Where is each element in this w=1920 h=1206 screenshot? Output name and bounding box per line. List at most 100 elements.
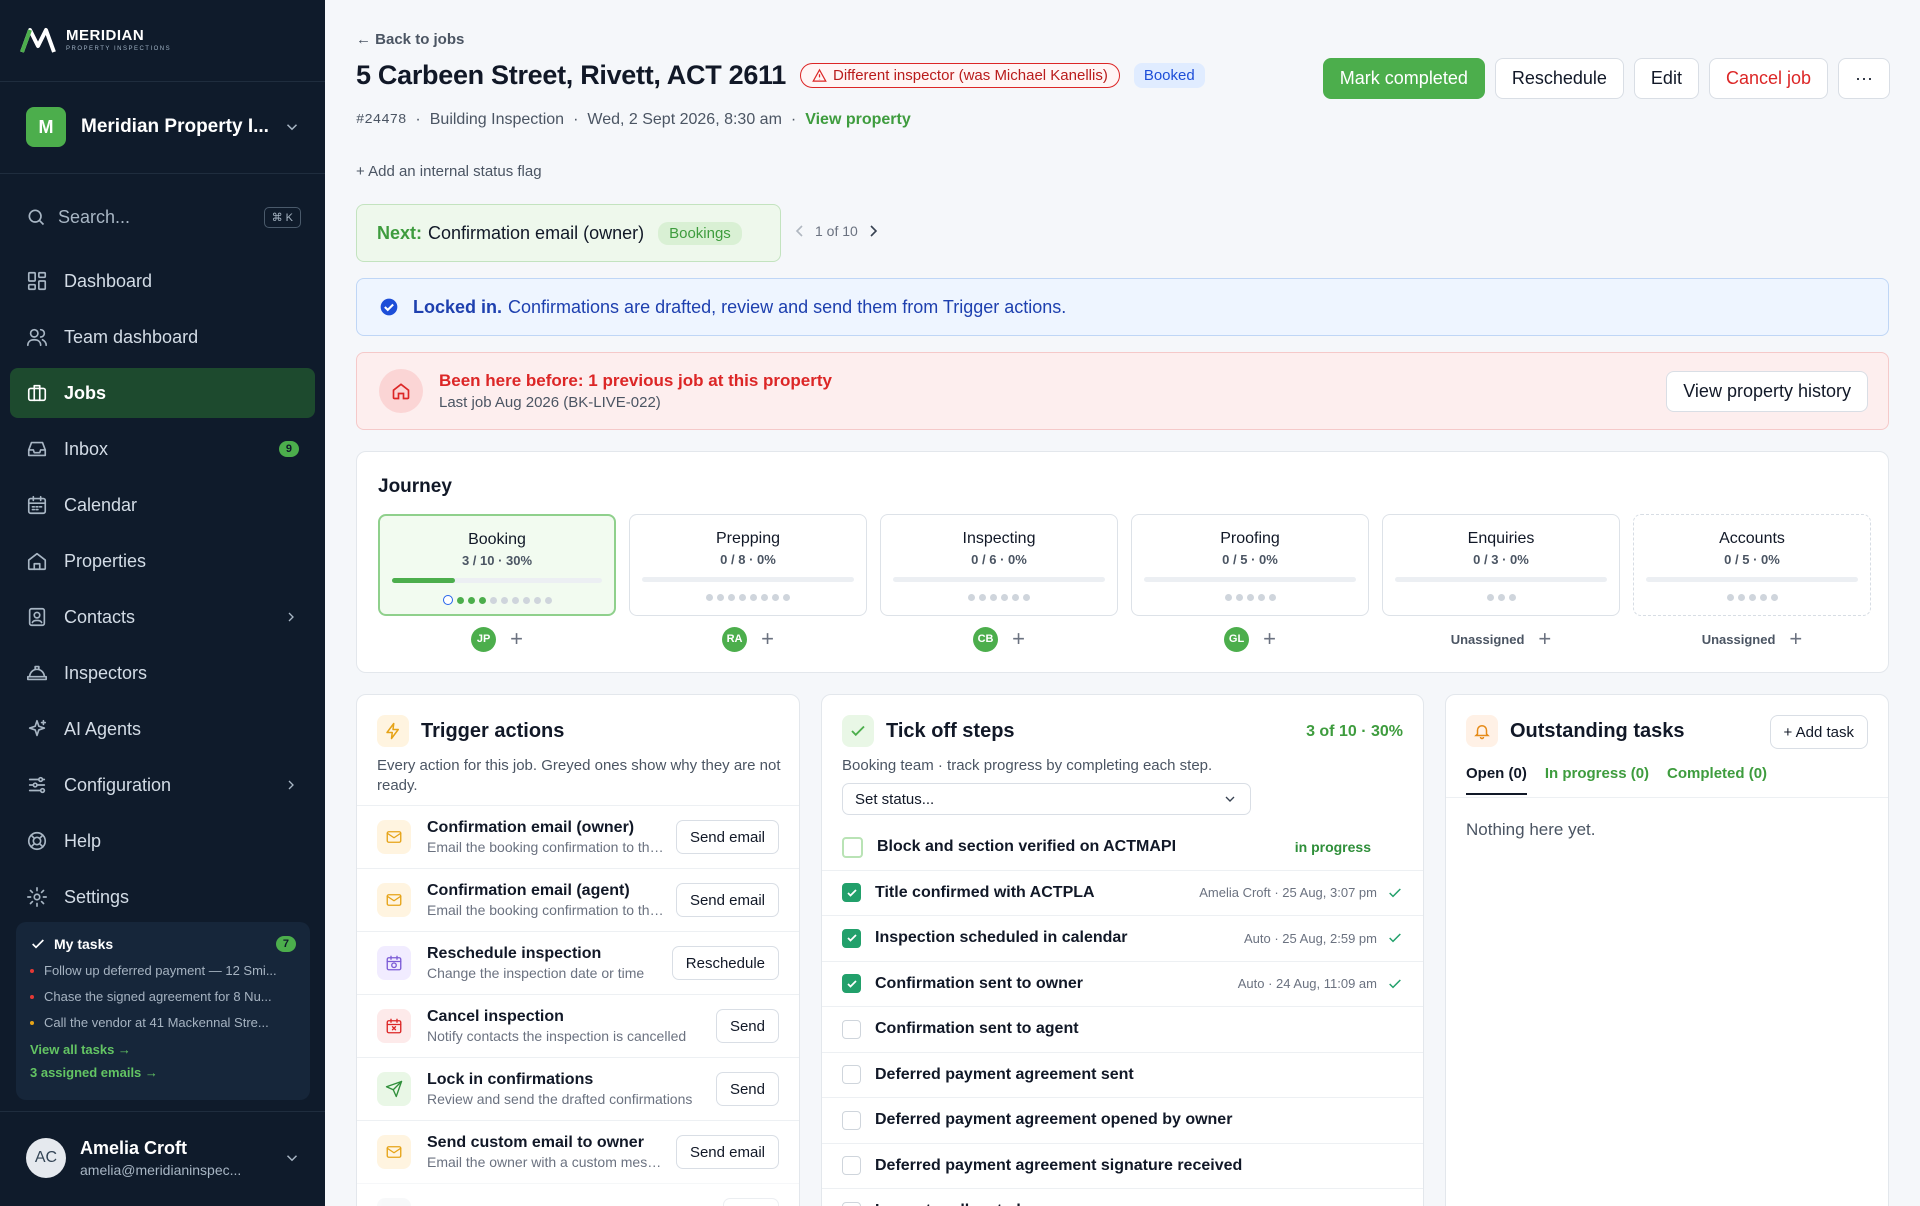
assigned-emails-link[interactable]: 3 assigned emails → — [30, 1065, 296, 1080]
journey-stage-enquiries: Enquiries 0 / 3 · 0% Unassigned + — [1382, 514, 1620, 652]
view-all-tasks-link[interactable]: View all tasks → — [30, 1042, 296, 1057]
status-badge: Booked — [1133, 63, 1205, 88]
tab-completed[interactable]: Completed (0) — [1667, 765, 1767, 795]
set-status-select[interactable]: Set status... — [842, 783, 1251, 815]
stage-card[interactable]: Accounts 0 / 5 · 0% — [1633, 514, 1871, 616]
trigger-action-button[interactable]: Run — [723, 1198, 779, 1206]
stage-card[interactable]: Prepping 0 / 8 · 0% — [629, 514, 867, 616]
sidebar-item-inspectors[interactable]: Inspectors — [10, 648, 315, 698]
step-label: Block and section verified on ACTMAPI — [877, 838, 1177, 856]
trigger-action-button[interactable]: Send — [715, 1072, 779, 1106]
tab-open[interactable]: Open (0) — [1466, 765, 1527, 795]
add-status-flag-link[interactable]: + Add an internal status flag — [356, 163, 542, 180]
add-assignee-icon[interactable]: + — [1789, 628, 1802, 650]
chevron-left-icon[interactable] — [795, 225, 805, 237]
stage-card[interactable]: Booking 3 / 10 · 30% — [378, 514, 616, 616]
step-checkbox[interactable] — [842, 974, 861, 994]
trigger-action-description: Email the booking confirmation to the ag… — [427, 902, 666, 918]
my-task-item[interactable]: Follow up deferred payment — 12 Smi... — [30, 963, 296, 978]
avatar[interactable]: RA — [722, 626, 748, 652]
my-task-item[interactable]: Chase the signed agreement for 8 Nu... — [30, 989, 296, 1004]
chevron-right-icon[interactable] — [868, 225, 878, 237]
my-task-item[interactable]: Call the vendor at 41 Mackennal Stre... — [30, 1015, 296, 1030]
step-checkbox[interactable] — [842, 1201, 861, 1206]
mail-icon — [386, 1146, 402, 1158]
sidebar-item-jobs[interactable]: Jobs — [10, 368, 315, 418]
tab-in-progress[interactable]: In progress (0) — [1545, 765, 1649, 795]
inspector-warning-badge: Different inspector (was Michael Kanelli… — [799, 63, 1120, 88]
cancel-job-button[interactable]: Cancel job — [1708, 58, 1829, 99]
trigger-actions-description: Every action for this job. Greyed ones s… — [377, 757, 781, 794]
step-dot — [1759, 594, 1767, 601]
back-to-jobs-link[interactable]: ← Back to jobs — [356, 31, 464, 48]
reschedule-button[interactable]: Reschedule — [1494, 58, 1624, 99]
trigger-action-button[interactable]: Reschedule — [671, 946, 779, 980]
step-dot — [1486, 594, 1494, 601]
priority-dot — [30, 994, 34, 999]
mark-completed-button[interactable]: Mark completed — [1322, 58, 1485, 99]
sidebar-item-help[interactable]: Help — [10, 816, 315, 866]
more-actions-button[interactable]: ··· — [1838, 58, 1890, 99]
sidebar-item-settings[interactable]: Settings — [10, 872, 315, 922]
job-number: #24478 — [356, 112, 407, 128]
sidebar-item-team-dashboard[interactable]: Team dashboard — [10, 312, 315, 362]
step-dot — [783, 594, 790, 601]
step-row: Deferred payment agreement sent — [822, 1053, 1423, 1098]
sidebar-item-contacts[interactable]: Contacts — [10, 592, 315, 642]
view-property-history-button[interactable]: View property history — [1666, 370, 1868, 412]
view-property-link[interactable]: View property — [805, 111, 911, 129]
chevron-down-icon — [286, 1155, 298, 1162]
stage-card[interactable]: Proofing 0 / 5 · 0% — [1131, 514, 1369, 616]
trigger-action-button[interactable]: Send email — [675, 1135, 779, 1169]
my-task-text: Call the vendor at 41 Mackennal Stre... — [44, 1015, 269, 1030]
sidebar-item-inbox[interactable]: Inbox 9 — [10, 424, 315, 474]
sidebar-item-calendar[interactable]: Calendar — [10, 480, 315, 530]
user-menu[interactable]: AC Amelia Croft amelia@meridianinspec... — [26, 1134, 301, 1182]
add-assignee-icon[interactable]: + — [510, 628, 523, 650]
avatar[interactable]: CB — [973, 626, 999, 652]
divider — [0, 1111, 325, 1112]
trigger-action-button[interactable]: Send — [715, 1009, 779, 1043]
briefcase-icon — [27, 384, 47, 402]
step-row: Inspection scheduled in calendar Auto · 2… — [822, 916, 1423, 962]
trigger-action-row: Reschedule inspection Change the inspecti… — [357, 931, 799, 994]
sidebar-item-ai-agents[interactable]: AI Agents — [10, 704, 315, 754]
sidebar-item-dashboard[interactable]: Dashboard — [10, 256, 315, 306]
trigger-action-button[interactable]: Send email — [675, 820, 779, 854]
step-checkbox[interactable] — [842, 1110, 861, 1130]
brand-logo[interactable]: MERIDIAN PROPERTY INSPECTIONS — [20, 26, 171, 54]
add-assignee-icon[interactable]: + — [1012, 628, 1025, 650]
check-icon — [1389, 933, 1401, 943]
step-label: Deferred payment agreement sent — [875, 1065, 1134, 1083]
avatar[interactable]: GL — [1224, 626, 1250, 652]
step-checkbox[interactable] — [842, 1156, 861, 1176]
add-assignee-icon[interactable]: + — [1263, 628, 1276, 650]
search-input[interactable]: Search... ⌘ K — [26, 202, 301, 232]
edit-button[interactable]: Edit — [1633, 58, 1699, 99]
step-checkbox[interactable] — [842, 1065, 861, 1085]
add-assignee-icon[interactable]: + — [761, 628, 774, 650]
stage-assignee: Unassigned + — [1633, 626, 1871, 652]
next-action-card[interactable]: Next: Confirmation email (owner) Booking… — [356, 204, 781, 262]
stage-card[interactable]: Inspecting 0 / 6 · 0% — [880, 514, 1118, 616]
add-task-button[interactable]: + Add task — [1769, 715, 1868, 749]
step-checkbox[interactable] — [842, 883, 861, 903]
sidebar-item-label: Help — [64, 830, 102, 851]
step-row: Confirmation sent to agent — [822, 1007, 1423, 1053]
step-checkbox[interactable] — [842, 836, 863, 858]
step-row: Inspector allocated — [822, 1189, 1423, 1206]
step-checkbox[interactable] — [842, 928, 861, 948]
calendar-icon — [27, 495, 47, 515]
sidebar-item-label: Jobs — [64, 382, 107, 403]
calendar-clock-icon — [386, 955, 402, 971]
stage-stat: 0 / 5 · 0% — [1222, 552, 1278, 567]
sidebar-item-configuration[interactable]: Configuration — [10, 760, 315, 810]
avatar[interactable]: JP — [471, 626, 497, 652]
steps-progress-count: 3 of 10 · 30% — [1306, 723, 1403, 740]
stage-card[interactable]: Enquiries 0 / 3 · 0% — [1382, 514, 1620, 616]
org-switcher[interactable]: M Meridian Property I... — [26, 107, 301, 147]
sidebar-item-properties[interactable]: Properties — [10, 536, 315, 586]
step-checkbox[interactable] — [842, 1019, 861, 1039]
add-assignee-icon[interactable]: + — [1538, 628, 1551, 650]
trigger-action-button[interactable]: Send email — [675, 883, 779, 917]
